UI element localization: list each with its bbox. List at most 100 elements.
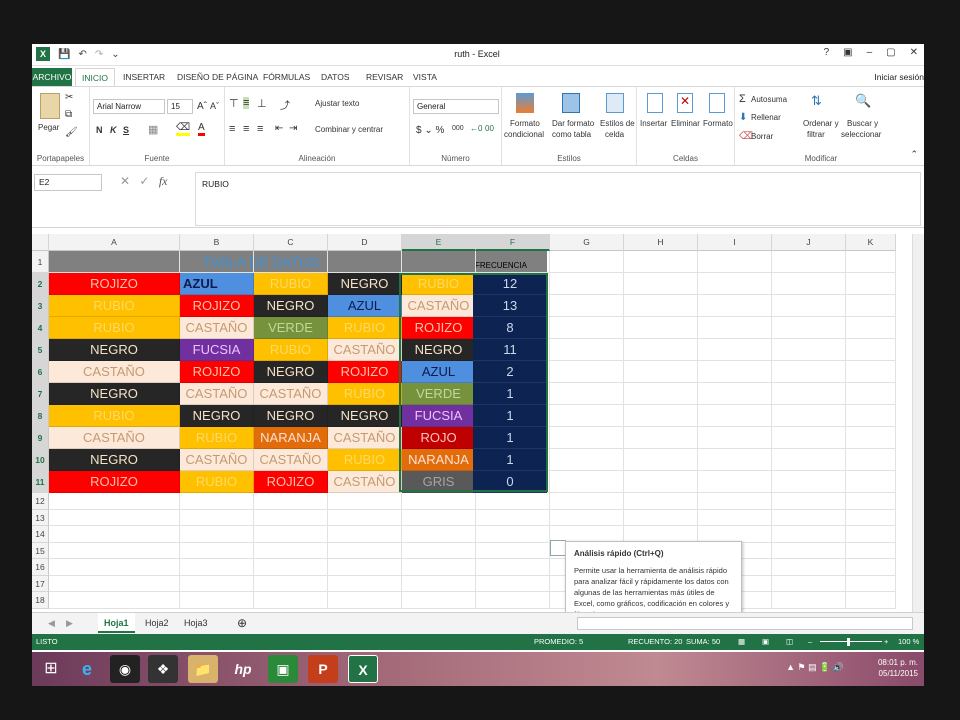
align-left-icon[interactable]: ≡ [229,123,235,135]
row-header-4[interactable]: 4 [32,317,49,339]
close-button[interactable]: ✕ [910,47,918,58]
borders-icon[interactable]: ▦ [148,123,158,136]
tray-icons[interactable]: ▲ ⚑ ▤ 🔋 🔊 [786,662,844,673]
next-sheet-icon[interactable]: ▶ [60,613,79,633]
cancel-entry-icon[interactable]: ✕ [120,174,130,188]
cell-e4[interactable]: ROJIZO [402,317,476,339]
zoom-out-icon[interactable]: – [808,634,812,650]
decrease-indent-icon[interactable]: ⇤ [275,123,283,134]
format-cells-label[interactable]: Formato [703,119,733,128]
cell-c3[interactable]: NEGRO [254,295,328,317]
find-select-label-1[interactable]: Buscar y [847,119,878,128]
cell-f4[interactable]: 8 [473,317,547,339]
cell-d10[interactable]: RUBIO [328,449,402,471]
cell-b4[interactable]: CASTAÑO [180,317,254,339]
column-header-g[interactable]: G [550,234,624,251]
row-header-1[interactable]: 1 [32,251,49,273]
cell-c6[interactable]: NEGRO [254,361,328,383]
vertical-scrollbar[interactable] [912,234,924,614]
cell-a7[interactable]: NEGRO [49,383,180,405]
sort-filter-label-1[interactable]: Ordenar y [803,119,839,128]
font-color-icon[interactable]: A [198,122,205,136]
bold-button[interactable]: N [96,125,103,135]
cell-d8[interactable]: NEGRO [328,405,402,427]
cell-c11[interactable]: ROJIZO [254,471,328,493]
save-icon[interactable]: 💾 [58,49,70,60]
cell-c10[interactable]: CASTAÑO [254,449,328,471]
normal-view-icon[interactable]: ▦ [738,634,745,650]
cell-f7[interactable]: 1 [473,383,547,405]
frequency-header-cell[interactable]: FRECUENCIA [473,251,547,273]
help-button[interactable]: ? [824,47,830,58]
clock-time[interactable]: 08:01 p. m. [878,657,918,668]
format-as-table-label-2[interactable]: como tabla [552,130,591,139]
cell-c2[interactable]: RUBIO [254,273,328,295]
cell-b9[interactable]: RUBIO [180,427,254,449]
cell-c8[interactable]: NEGRO [254,405,328,427]
cell-c7[interactable]: CASTAÑO [254,383,328,405]
copy-icon[interactable]: ⧉ [65,109,72,120]
cell-b5[interactable]: FUCSIA [180,339,254,361]
cell-a9[interactable]: CASTAÑO [49,427,180,449]
row-header-17[interactable]: 17 [32,575,49,592]
cell-styles-label-2[interactable]: celda [605,130,624,139]
underline-button[interactable]: S [123,125,129,135]
row-header-6[interactable]: 6 [32,361,49,383]
font-size-select[interactable]: 15 [167,99,193,114]
number-format-select[interactable]: General [413,99,499,114]
autosum-button[interactable]: Autosuma [751,95,787,104]
quick-analysis-icon[interactable] [550,540,566,556]
column-header-c[interactable]: C [254,234,328,251]
cell-e9[interactable]: ROJO [402,427,476,449]
conditional-format-label-1[interactable]: Formato [510,119,540,128]
redo-icon[interactable]: ↷ [95,49,103,60]
cell-e11[interactable]: GRIS [402,471,476,493]
cell-b7[interactable]: CASTAÑO [180,383,254,405]
cell-d3[interactable]: AZUL [328,295,402,317]
zoom-slider[interactable] [820,641,882,642]
align-bottom-icon[interactable]: ⊥ [257,97,267,110]
cell-a3[interactable]: RUBIO [49,295,180,317]
row-header-3[interactable]: 3 [32,295,49,317]
ribbon-display-button[interactable]: ▣ [843,47,852,58]
page-break-view-icon[interactable]: ◫ [786,634,793,650]
undo-icon[interactable]: ↶ [78,49,86,60]
row-header-13[interactable]: 13 [32,509,49,526]
cell-a11[interactable]: ROJIZO [49,471,180,493]
file-explorer-icon[interactable]: 📁 [188,655,218,683]
format-as-table-icon[interactable] [562,93,580,113]
cell-b2[interactable]: AZUL [180,273,254,295]
cell-e5[interactable]: NEGRO [402,339,476,361]
cell-f9[interactable]: 1 [473,427,547,449]
cell-d5[interactable]: CASTAÑO [328,339,402,361]
cell-d6[interactable]: ROJIZO [328,361,402,383]
grow-font-icon[interactable]: Aˆ [197,101,207,112]
row-header-7[interactable]: 7 [32,383,49,405]
cell-b11[interactable]: RUBIO [180,471,254,493]
cell-a6[interactable]: CASTAÑO [49,361,180,383]
clock-date[interactable]: 05/11/2015 [878,668,918,679]
cell-d4[interactable]: RUBIO [328,317,402,339]
clear-button[interactable]: Borrar [751,132,773,141]
cut-icon[interactable]: ✂ [65,92,73,103]
cell-c4[interactable]: VERDE [254,317,328,339]
cell-a8[interactable]: RUBIO [49,405,180,427]
currency-icon[interactable]: $ ⌄ % [416,125,444,136]
name-box[interactable]: E2 [34,174,102,191]
conditional-format-label-2[interactable]: condicional [504,130,544,139]
row-header-5[interactable]: 5 [32,339,49,361]
cell-a5[interactable]: NEGRO [49,339,180,361]
fill-color-icon[interactable]: ⌫ [176,122,191,136]
find-select-label-2[interactable]: seleccionar [841,130,881,139]
start-windows-icon[interactable]: ⊞ [36,655,66,683]
decrease-decimal-icon[interactable]: 00 [485,124,494,133]
formula-input[interactable]: RUBIO [195,172,921,226]
cell-e3[interactable]: CASTAÑO [402,295,476,317]
format-as-table-label-1[interactable]: Dar formato [552,119,594,128]
cell-f2[interactable]: 12 [473,273,547,295]
row-header-2[interactable]: 2 [32,273,49,295]
sheet-tab-hoja3[interactable]: Hoja3 [178,613,214,633]
cell-b6[interactable]: ROJIZO [180,361,254,383]
column-header-b[interactable]: B [180,234,254,251]
delete-cells-icon[interactable]: ✕ [677,93,693,113]
